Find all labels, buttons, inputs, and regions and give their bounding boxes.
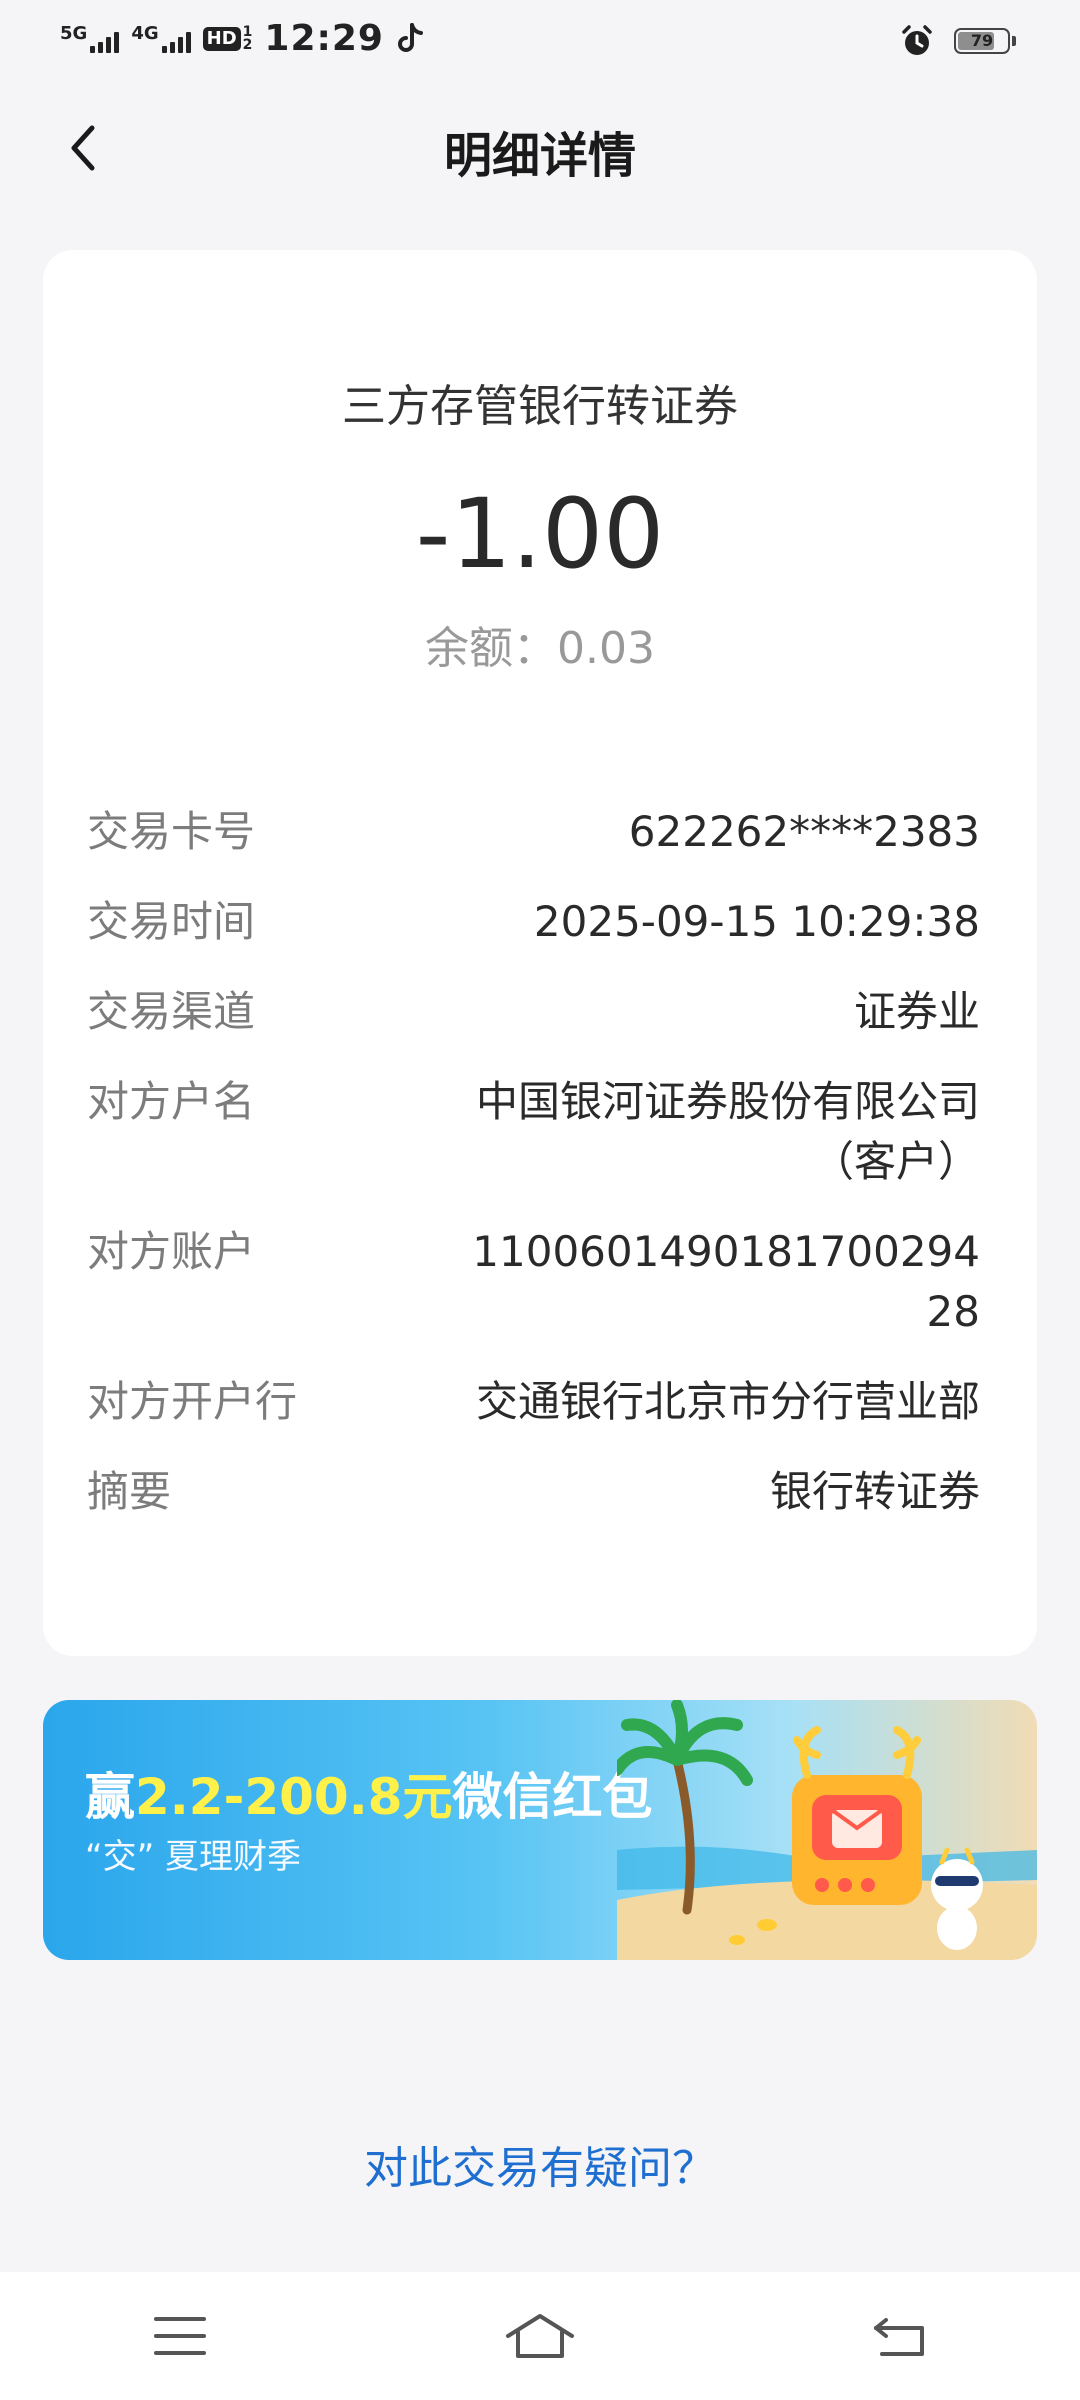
- detail-value: 证券业: [853, 987, 980, 1036]
- detail-value: 110060149018170029428: [472, 1227, 980, 1336]
- transaction-amount: -1.00: [415, 478, 665, 590]
- detail-value: 2025-09-15 10:29:38: [533, 897, 980, 946]
- banner-title-highlight: 2.2-200.8元: [135, 1768, 453, 1826]
- status-time: 12:29: [264, 18, 384, 59]
- banner-text: 赢2.2-200.8元微信红包 “交” 夏理财季: [85, 1762, 652, 1882]
- detail-label: 对方开户行: [87, 1377, 298, 1426]
- detail-row-counterparty-bank: 对方开户行 交通银行北京市分行营业部: [87, 1372, 980, 1432]
- transaction-card: 三方存管银行转证券 -1.00 余额：0.03 交易卡号 622262****2…: [43, 250, 1037, 1656]
- battery-icon: 79: [954, 28, 1016, 54]
- detail-row-counterparty-account: 对方账户 110060149018170029428: [87, 1222, 980, 1342]
- detail-row-time: 交易时间 2025-09-15 10:29:38: [87, 892, 980, 952]
- battery-level: 79: [970, 31, 994, 50]
- menu-button[interactable]: [130, 2296, 230, 2376]
- hd-sub-bottom: 2: [242, 36, 253, 53]
- details-list: 交易卡号 622262****2383 交易时间 2025-09-15 10:2…: [87, 802, 980, 1552]
- return-button[interactable]: [850, 2296, 950, 2376]
- tiktok-icon: [398, 22, 423, 52]
- detail-label: 摘要: [87, 1467, 172, 1516]
- signal-4g-icon: 4G: [131, 22, 191, 53]
- header: 明细详情: [0, 100, 1080, 196]
- beach-mascot-illustration: [617, 1700, 1037, 1960]
- detail-row-summary: 摘要 银行转证券: [87, 1462, 980, 1522]
- detail-label: 对方账户: [87, 1227, 256, 1276]
- detail-value: 中国银河证券股份有限公司（客户）: [475, 1077, 980, 1186]
- balance-text: 余额：0.03: [425, 623, 655, 674]
- promo-banner[interactable]: 赢2.2-200.8元微信红包 “交” 夏理财季: [43, 1700, 1037, 1960]
- detail-label: 交易时间: [87, 897, 256, 946]
- detail-value: 银行转证券: [769, 1467, 980, 1516]
- banner-subtitle: “交” 夏理财季: [85, 1837, 302, 1877]
- system-nav-bar: [0, 2272, 1080, 2400]
- net-5g-label: 5G: [60, 22, 88, 44]
- detail-row-counterparty-name: 对方户名 中国银河证券股份有限公司（客户）: [87, 1072, 980, 1192]
- detail-value: 622262****2383: [628, 807, 980, 856]
- hd-label: HD: [202, 26, 241, 51]
- return-icon: [874, 2318, 924, 2356]
- alarm-clock-icon: [902, 25, 932, 55]
- status-right: 79: [900, 24, 1016, 58]
- page-title: 明细详情: [443, 128, 636, 184]
- home-button[interactable]: [490, 2296, 590, 2376]
- detail-row-card-number: 交易卡号 622262****2383: [87, 802, 980, 862]
- banner-title-prefix: 赢: [85, 1768, 135, 1826]
- signal-5g-icon: 5G: [60, 22, 120, 53]
- detail-label: 交易渠道: [87, 987, 256, 1036]
- detail-label: 交易卡号: [87, 807, 256, 856]
- transaction-type: 三方存管银行转证券: [342, 381, 738, 432]
- transaction-question-link[interactable]: 对此交易有疑问？: [0, 2132, 1080, 2196]
- net-4g-label: 4G: [131, 22, 159, 44]
- hd-voice-icon: HD 1 2: [202, 25, 253, 53]
- detail-value: 交通银行北京市分行营业部: [475, 1377, 980, 1426]
- detail-row-channel: 交易渠道 证券业: [87, 982, 980, 1042]
- status-bar: 5G 4G HD 1 2 12:29 79: [0, 0, 1080, 84]
- detail-label: 对方户名: [87, 1077, 256, 1126]
- menu-icon: [154, 2317, 206, 2355]
- home-icon: [506, 2314, 574, 2358]
- banner-title: 赢2.2-200.8元微信红包: [85, 1762, 652, 1832]
- status-left: 5G 4G HD 1 2 12:29: [60, 18, 426, 59]
